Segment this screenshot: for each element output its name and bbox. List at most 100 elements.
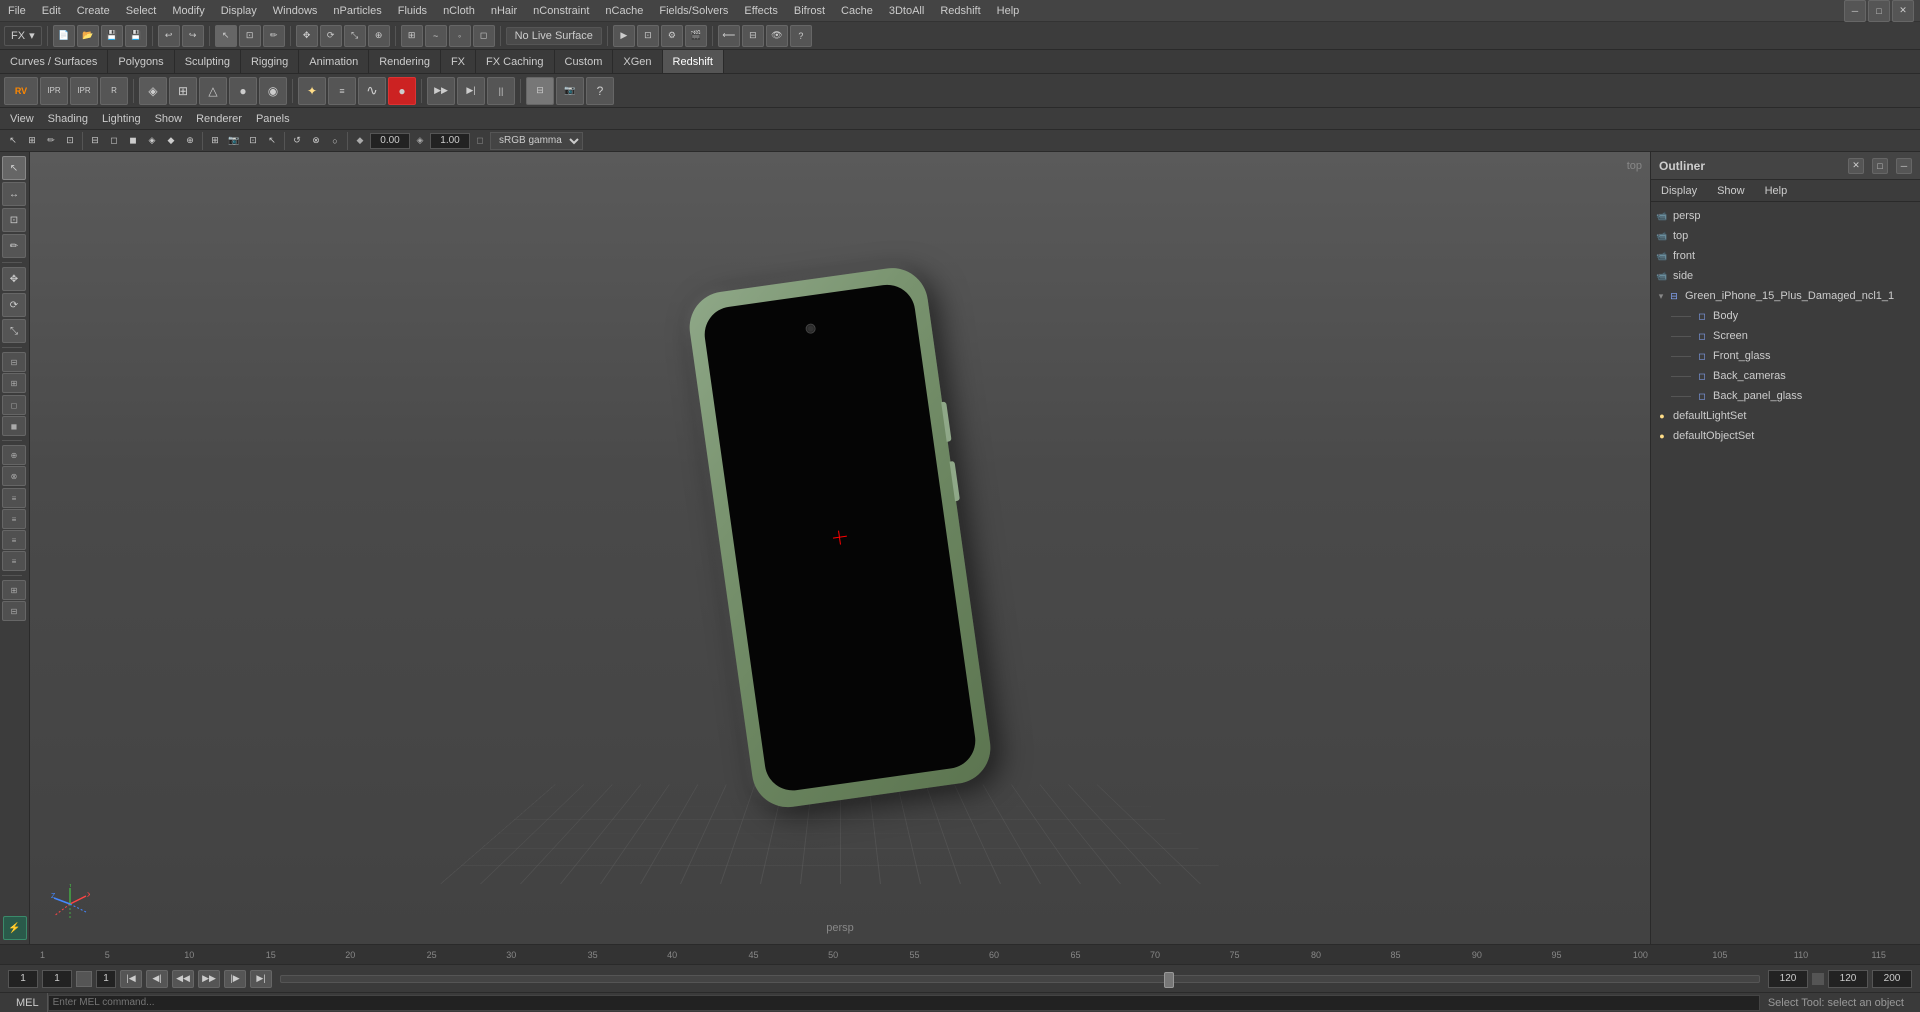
render-view-btn[interactable]: 🎬 xyxy=(685,25,707,47)
shelf-tab-fx[interactable]: FX xyxy=(441,50,476,73)
menu-bifrost[interactable]: Bifrost xyxy=(786,3,833,19)
vt-panels-menu[interactable]: Panels xyxy=(250,111,296,127)
outliner-close-btn[interactable]: ✕ xyxy=(1848,158,1864,174)
save-as-btn[interactable]: 💾 xyxy=(125,25,147,47)
shelf-checkerboard-icon[interactable]: ⊟ xyxy=(526,77,554,105)
outliner-resize-btn[interactable]: □ xyxy=(1872,158,1888,174)
range-end-field[interactable] xyxy=(1768,970,1808,988)
save-file-btn[interactable]: 💾 xyxy=(101,25,123,47)
shelf-tab-redshift[interactable]: Redshift xyxy=(663,50,724,73)
paint-tool-btn[interactable]: ✏ xyxy=(263,25,285,47)
vp-colorspace-icon[interactable]: ◻ xyxy=(471,132,489,150)
menu-ncloth[interactable]: nCloth xyxy=(435,3,483,19)
tool-scale[interactable]: ⤡ xyxy=(2,319,26,343)
tool-group4a[interactable]: ≡ xyxy=(2,488,26,508)
shelf-tab-xgen[interactable]: XGen xyxy=(613,50,662,73)
vp-color-value[interactable]: 0.00 xyxy=(370,133,410,149)
vp-resolve-icon[interactable]: ⊡ xyxy=(244,132,262,150)
tool-group4c[interactable]: ≡ xyxy=(2,530,26,550)
tool-group2a[interactable]: ◻ xyxy=(2,395,26,415)
shelf-curve-icon[interactable]: ∿ xyxy=(358,77,386,105)
go-to-start-btn[interactable]: |◀ xyxy=(120,970,142,988)
tool-group5b[interactable]: ⊟ xyxy=(2,601,26,621)
out-display-menu[interactable]: Display xyxy=(1651,183,1707,199)
out-item-light-set[interactable]: ● defaultLightSet xyxy=(1651,406,1920,426)
tool-group4b[interactable]: ≡ xyxy=(2,509,26,529)
menu-file[interactable]: File xyxy=(0,3,34,19)
collapse-arrow-iphone[interactable]: ▾ xyxy=(1655,290,1667,302)
shelf-cone-icon[interactable]: △ xyxy=(199,77,227,105)
out-item-top[interactable]: 📹 top xyxy=(1651,226,1920,246)
snap-point-btn[interactable]: ◦ xyxy=(449,25,471,47)
out-item-object-set[interactable]: ● defaultObjectSet xyxy=(1651,426,1920,446)
vp-sym-icon[interactable]: ⊗ xyxy=(307,132,325,150)
vp-gamma-value[interactable]: 1.00 xyxy=(430,133,470,149)
shelf-tab-rendering[interactable]: Rendering xyxy=(369,50,441,73)
snap-curve-btn[interactable]: ~ xyxy=(425,25,447,47)
end-frame-field[interactable] xyxy=(1828,970,1868,988)
shelf-render-icon[interactable]: R xyxy=(100,77,128,105)
shelf-rv-icon[interactable]: RV xyxy=(4,77,38,105)
vp-smooth-icon[interactable]: ◻ xyxy=(105,132,123,150)
play-fwd-btn[interactable]: ▶▶ xyxy=(198,970,220,988)
menu-effects[interactable]: Effects xyxy=(736,3,785,19)
shelf-nurbs-circle-icon[interactable]: ◈ xyxy=(139,77,167,105)
universal-manip-btn[interactable]: ⊕ xyxy=(368,25,390,47)
vp-select-icon[interactable]: ↖ xyxy=(4,132,22,150)
vt-lighting-menu[interactable]: Lighting xyxy=(96,111,147,127)
current-frame-field2[interactable] xyxy=(42,970,72,988)
vp-colorspace-dropdown[interactable]: sRGB gamma Linear Raw xyxy=(490,132,583,150)
lasso-tool-btn[interactable]: ⊡ xyxy=(239,25,261,47)
shelf-tab-curves[interactable]: Curves / Surfaces xyxy=(0,50,108,73)
snap-grid-btn[interactable]: ⊞ xyxy=(401,25,423,47)
out-item-body[interactable]: ◻ Body xyxy=(1651,306,1920,326)
shelf-tab-rigging[interactable]: Rigging xyxy=(241,50,299,73)
out-item-iphone-group[interactable]: ▾ ⊟ Green_iPhone_15_Plus_Damaged_ncl1_1 xyxy=(1651,286,1920,306)
vp-circle-icon[interactable]: ○ xyxy=(326,132,344,150)
menu-nhair[interactable]: nHair xyxy=(483,3,525,19)
menu-fields[interactable]: Fields/Solvers xyxy=(651,3,736,19)
outliner-collapse-btn[interactable]: ─ xyxy=(1896,158,1912,174)
shelf-sphere-icon[interactable]: ● xyxy=(229,77,257,105)
out-item-front-glass[interactable]: ◻ Front_glass xyxy=(1651,346,1920,366)
start-frame-display[interactable] xyxy=(96,970,116,988)
out-help-menu[interactable]: Help xyxy=(1755,183,1798,199)
out-item-screen[interactable]: ◻ Screen xyxy=(1651,326,1920,346)
new-file-btn[interactable]: 📄 xyxy=(53,25,75,47)
viewport[interactable]: persp X Y Z top xyxy=(30,152,1650,944)
vt-renderer-menu[interactable]: Renderer xyxy=(190,111,248,127)
menu-cache[interactable]: Cache xyxy=(833,3,881,19)
shelf-render3-icon[interactable]: ▶| xyxy=(457,77,485,105)
tool-group1a[interactable]: ⊟ xyxy=(2,352,26,372)
out-item-back-panel[interactable]: ◻ Back_panel_glass xyxy=(1651,386,1920,406)
vp-gamma-icon[interactable]: ◈ xyxy=(411,132,429,150)
help-line-btn[interactable]: ? xyxy=(790,25,812,47)
current-frame-field[interactable] xyxy=(8,970,38,988)
tool-group5a[interactable]: ⊞ xyxy=(2,580,26,600)
vp-lasso-icon[interactable]: ⊡ xyxy=(61,132,79,150)
vp-textured-icon[interactable]: ◼ xyxy=(124,132,142,150)
shelf-light-icon[interactable]: ✦ xyxy=(298,77,326,105)
shelf-disc-icon[interactable]: ◉ xyxy=(259,77,287,105)
menu-nparticles[interactable]: nParticles xyxy=(325,3,389,19)
shelf-tab-polygons[interactable]: Polygons xyxy=(108,50,174,73)
vp-paint-icon[interactable]: ✏ xyxy=(42,132,60,150)
snap-surface-btn[interactable]: ◻ xyxy=(473,25,495,47)
fx-dropdown[interactable]: FX ▾ xyxy=(4,26,42,46)
command-input[interactable] xyxy=(48,995,1760,1011)
tool-group3b[interactable]: ⊗ xyxy=(2,466,26,486)
tool-group4d[interactable]: ≡ xyxy=(2,551,26,571)
open-file-btn[interactable]: 📂 xyxy=(77,25,99,47)
shelf-ipr-icon[interactable]: IPR xyxy=(40,77,68,105)
tool-group2b[interactable]: ◼ xyxy=(2,416,26,436)
input-output-btn[interactable]: ⟵ xyxy=(718,25,740,47)
undo-btn[interactable]: ↩ xyxy=(158,25,180,47)
step-fwd-btn[interactable]: |▶ xyxy=(224,970,246,988)
window-minimize[interactable]: ─ xyxy=(1844,0,1866,22)
out-item-persp[interactable]: 📹 persp xyxy=(1651,206,1920,226)
tool-group1b[interactable]: ⊞ xyxy=(2,373,26,393)
vp-xray-icon[interactable]: ⊕ xyxy=(181,132,199,150)
menu-ncache[interactable]: nCache xyxy=(597,3,651,19)
ipr-render-btn[interactable]: ⊡ xyxy=(637,25,659,47)
shelf-sphere2-icon[interactable]: ● xyxy=(388,77,416,105)
